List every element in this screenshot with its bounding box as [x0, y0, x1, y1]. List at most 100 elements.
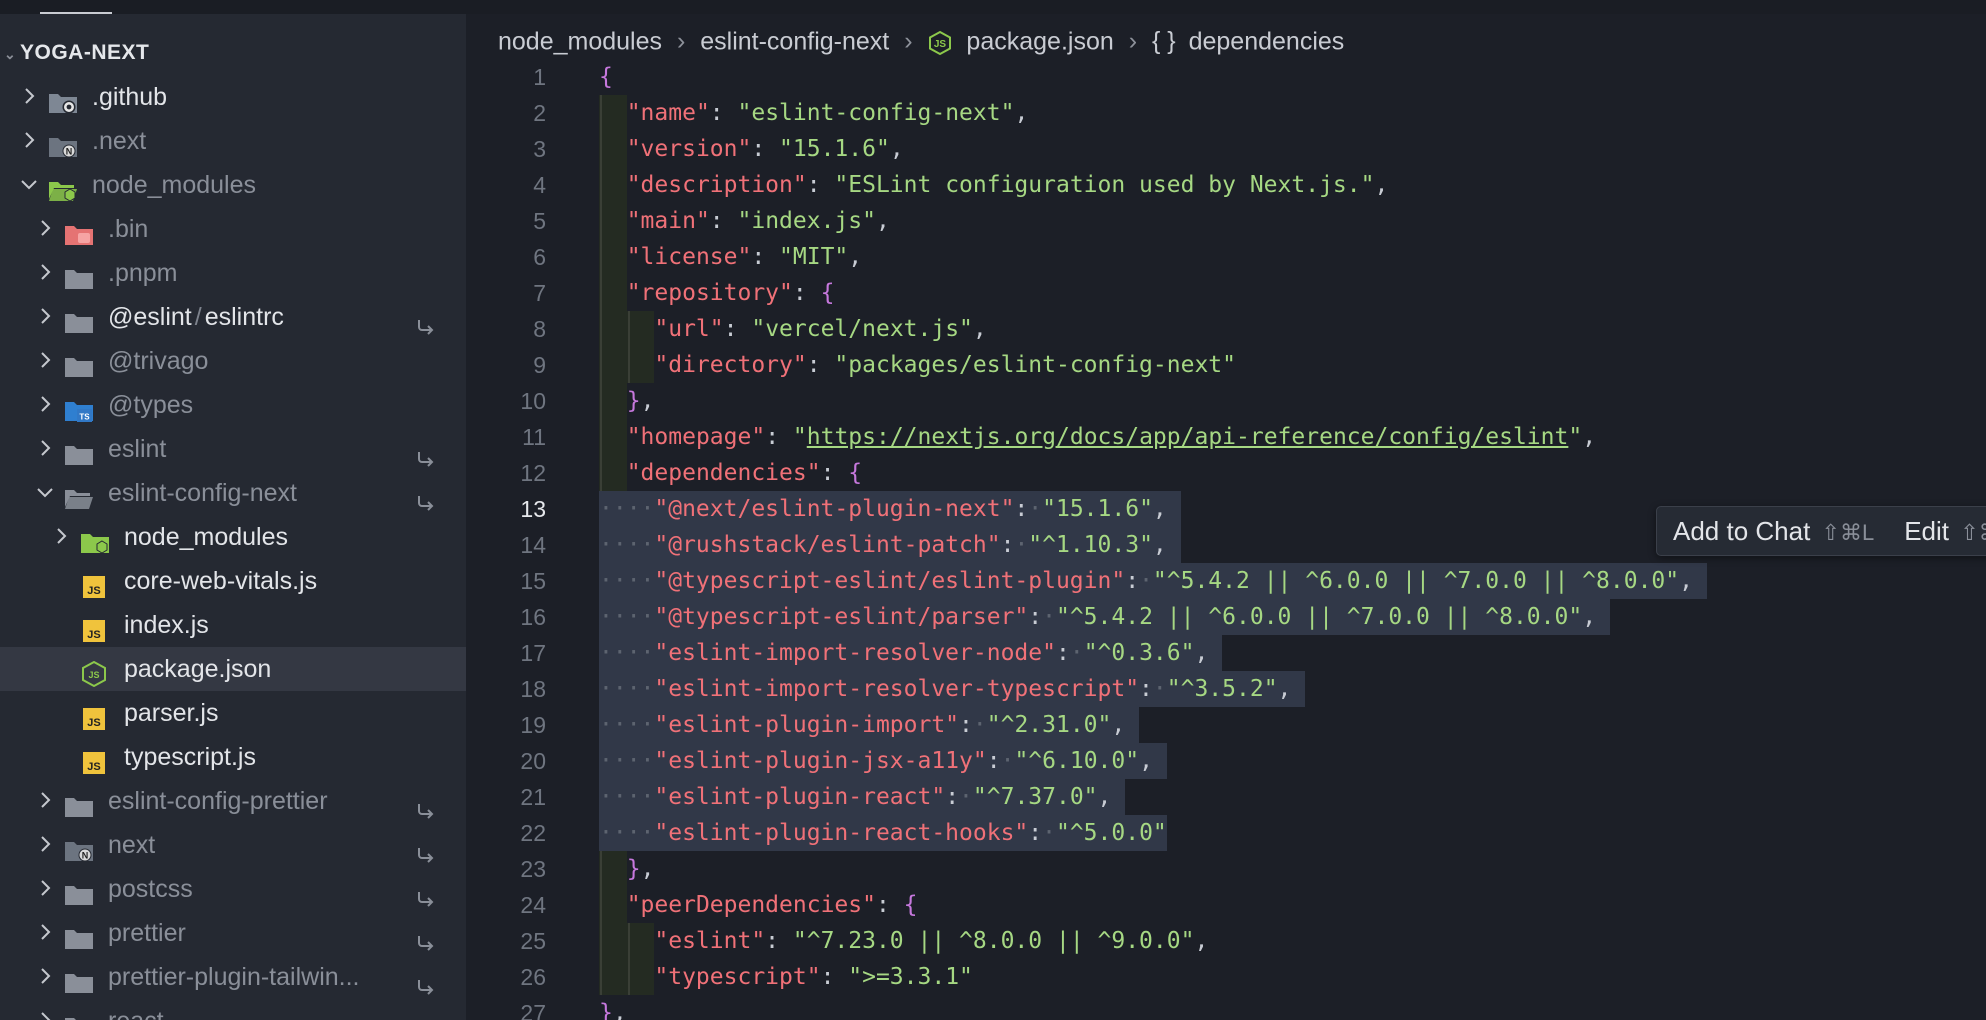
code-line[interactable]: 5 "main": "index.js", [466, 203, 1986, 239]
code-line[interactable]: 16 ····"@typescript-eslint/parser":·"^5.4… [466, 599, 1986, 635]
code-line[interactable]: 7 "repository": { [466, 275, 1986, 311]
code-line[interactable]: 6 "license": "MIT", [466, 239, 1986, 275]
chevron-right-icon[interactable] [18, 119, 38, 163]
code-line[interactable]: 8 "url": "vercel/next.js", [466, 311, 1986, 347]
code-line[interactable]: 2 "name": "eslint-config-next", [466, 95, 1986, 131]
line-number: 17 [520, 640, 546, 666]
folder-item[interactable]: eslint-config-next [0, 471, 466, 515]
code-line[interactable]: 11 "homepage": "https://nextjs.org/docs/… [466, 419, 1986, 455]
folder-item[interactable]: TS @types [0, 383, 466, 427]
line-number: 11 [522, 424, 546, 450]
line-number: 9 [533, 352, 546, 378]
file-item[interactable]: JS core-web-vitals.js [0, 559, 466, 603]
chevron-right-icon[interactable] [34, 779, 54, 823]
folder-item[interactable]: @trivago [0, 339, 466, 383]
code-line[interactable]: 12 "dependencies": { [466, 455, 1986, 491]
folder-icon [64, 261, 94, 289]
symlink-icon [416, 1011, 436, 1020]
code-text: ····"@typescript-eslint/eslint-plugin":·… [599, 568, 1693, 594]
svg-text:N: N [82, 851, 89, 861]
folder-item[interactable]: prettier-plugin-tailwin... [0, 955, 466, 999]
folder-icon [64, 1009, 94, 1020]
code-text: ····"eslint-plugin-jsx-a11y":·"^6.10.0", [599, 748, 1153, 774]
chevron-right-icon[interactable] [34, 339, 54, 383]
code-line[interactable]: 10 }, [466, 383, 1986, 419]
chevron-down-icon[interactable] [34, 471, 54, 515]
folder-item[interactable]: prettier [0, 911, 466, 955]
chevron-right-icon[interactable] [18, 75, 38, 119]
code-line[interactable]: 27}, [466, 995, 1986, 1020]
chevron-right-icon[interactable] [34, 427, 54, 471]
folder-item[interactable]: @eslint / eslintrc [0, 295, 466, 339]
code-line[interactable]: 24 "peerDependencies": { [466, 887, 1986, 923]
add-to-chat-button[interactable]: Add to Chat ⇧⌘L [1673, 516, 1874, 546]
code-line[interactable]: 23 }, [466, 851, 1986, 887]
folder-item[interactable]: eslint [0, 427, 466, 471]
breadcrumb: node_modules › eslint-config-next › JS p… [498, 21, 1344, 59]
chevron-right-icon[interactable] [34, 823, 54, 867]
chevron-right-icon[interactable] [34, 999, 54, 1020]
breadcrumb-item-node-modules[interactable]: node_modules [498, 27, 662, 55]
file-item[interactable]: JS package.json [0, 647, 466, 691]
chevron-right-icon[interactable] [34, 207, 54, 251]
code-line[interactable]: 3 "version": "15.1.6", [466, 131, 1986, 167]
explorer-title[interactable]: ⌄ YOGA-NEXT [0, 28, 149, 78]
folder-item[interactable]: postcss [0, 867, 466, 911]
folder-item[interactable]: react [0, 999, 466, 1020]
breadcrumb-item-package-json[interactable]: package.json [966, 27, 1113, 55]
chevron-right-icon[interactable] [50, 515, 70, 559]
code-line[interactable]: 22 ····"eslint-plugin-react-hooks":·"^5.0… [466, 815, 1986, 851]
code-line[interactable]: 9 "directory": "packages/eslint-config-n… [466, 347, 1986, 383]
chevron-down-icon[interactable] [18, 163, 38, 207]
edit-button[interactable]: Edit ⇧⌘K [1904, 516, 1986, 546]
folder-item[interactable]: .bin [0, 207, 466, 251]
chevron-right-icon[interactable] [34, 295, 54, 339]
code-text: "repository": { [626, 280, 835, 306]
code-line[interactable]: 19 ····"eslint-plugin-import":·"^2.31.0", [466, 707, 1986, 743]
code-text: ····"@rushstack/eslint-patch":·"^1.10.3"… [599, 532, 1167, 558]
chevron-right-icon[interactable] [34, 383, 54, 427]
line-number: 18 [520, 676, 546, 702]
folder-item[interactable]: Nnext [0, 823, 466, 867]
tree-item-label: eslint-config-next [108, 479, 297, 507]
folder-item[interactable]: .github [0, 75, 466, 119]
chevron-right-icon[interactable] [34, 911, 54, 955]
object-braces-icon: { } [1151, 27, 1176, 56]
code-line[interactable]: 1{ [466, 59, 1986, 95]
code-line[interactable]: 21 ····"eslint-plugin-react":·"^7.37.0", [466, 779, 1986, 815]
svg-text:JS: JS [87, 717, 100, 729]
js-file-icon: JS [80, 613, 110, 642]
file-item[interactable]: JS parser.js [0, 691, 466, 735]
folder-icon [64, 921, 94, 949]
folder-item[interactable]: eslint-config-prettier [0, 779, 466, 823]
code-text: "name": "eslint-config-next", [626, 100, 1029, 126]
folder-item[interactable]: node_modules [0, 163, 466, 207]
folder-item[interactable]: .pnpm [0, 251, 466, 295]
line-number: 12 [520, 460, 546, 486]
chevron-right-icon[interactable] [34, 955, 54, 999]
code-line[interactable]: 25 "eslint": "^7.23.0 || ^8.0.0 || ^9.0.… [466, 923, 1986, 959]
file-item[interactable]: JS typescript.js [0, 735, 466, 779]
tree-item-label: eslint [108, 435, 167, 463]
line-number: 1 [533, 64, 546, 90]
chevron-right-icon[interactable] [34, 867, 54, 911]
line-number: 4 [533, 172, 546, 198]
code-line[interactable]: 17 ····"eslint-import-resolver-node":·"^0… [466, 635, 1986, 671]
code-line[interactable]: 20 ····"eslint-plugin-jsx-a11y":·"^6.10.0… [466, 743, 1986, 779]
line-number: 24 [520, 892, 546, 918]
code-line[interactable]: 18 ····"eslint-import-resolver-typescript… [466, 671, 1986, 707]
code-line[interactable]: 4 "description": "ESLint configuration u… [466, 167, 1986, 203]
file-item[interactable]: JS index.js [0, 603, 466, 647]
breadcrumb-item-dependencies[interactable]: dependencies [1189, 27, 1345, 55]
symlink-icon [416, 483, 436, 511]
workspace-name: YOGA-NEXT [20, 41, 150, 64]
tree-item-label: core-web-vitals.js [124, 567, 318, 595]
line-number: 7 [533, 280, 546, 306]
code-line[interactable]: 15 ····"@typescript-eslint/eslint-plugin"… [466, 563, 1986, 599]
code-line[interactable]: 26 "typescript": ">=3.3.1" [466, 959, 1986, 995]
breadcrumb-item-eslint-config-next[interactable]: eslint-config-next [700, 27, 889, 55]
folder-item[interactable]: node_modules [0, 515, 466, 559]
chevron-right-icon[interactable] [34, 251, 54, 295]
code-editor[interactable]: node_modules › eslint-config-next › JS p… [466, 14, 1986, 1020]
folder-item[interactable]: N .next [0, 119, 466, 163]
